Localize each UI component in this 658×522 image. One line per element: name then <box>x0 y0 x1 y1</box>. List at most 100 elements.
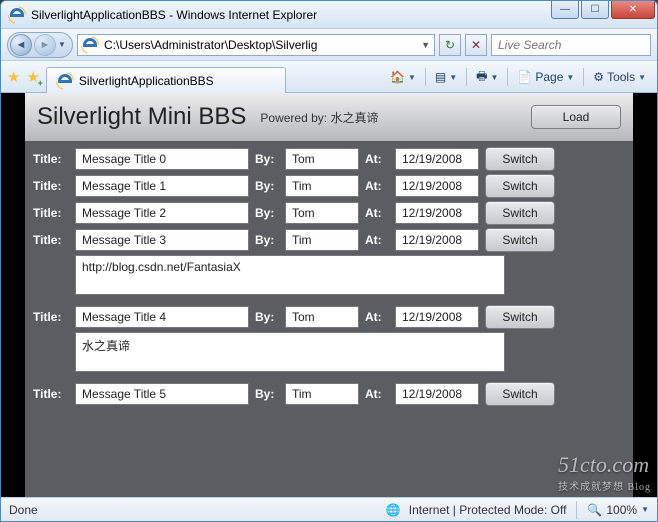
separator <box>507 68 508 86</box>
address-bar[interactable]: ▼ <box>77 34 435 56</box>
nav-arrows: ◄ ► ▼ <box>7 32 73 58</box>
at-input[interactable]: 12/19/2008 <box>395 229 479 251</box>
at-input[interactable]: 12/19/2008 <box>395 202 479 224</box>
title-input[interactable]: Message Title 2 <box>75 202 249 224</box>
title-label: Title: <box>33 179 69 193</box>
print-icon: 🖶 <box>476 67 487 88</box>
by-input[interactable]: Tim <box>285 229 359 251</box>
viewport: Silverlight Mini BBS Powered by: 水之真谛 Lo… <box>1 93 657 497</box>
title-label: Title: <box>33 233 69 247</box>
nav-bar: ◄ ► ▼ ▼ ↻ ✕ 🔍 <box>1 29 657 61</box>
stop-button[interactable]: ✕ <box>465 34 487 56</box>
title-label: Title: <box>33 310 69 324</box>
address-input[interactable] <box>102 37 417 53</box>
page-icon: 📄 <box>517 70 532 84</box>
bbs-title: Silverlight Mini BBS <box>37 103 246 131</box>
separator <box>576 501 577 519</box>
switch-button[interactable]: Switch <box>485 174 555 198</box>
by-input[interactable]: Tim <box>285 175 359 197</box>
feeds-button[interactable]: ▤▼ <box>430 66 462 88</box>
search-box[interactable]: 🔍 <box>491 34 651 56</box>
title-input[interactable]: Message Title 3 <box>75 229 249 251</box>
by-label: By: <box>255 233 279 247</box>
title-label: Title: <box>33 152 69 166</box>
by-input[interactable]: Tom <box>285 202 359 224</box>
by-label: By: <box>255 152 279 166</box>
minimize-button[interactable]: — <box>551 1 579 19</box>
at-label: At: <box>365 152 389 166</box>
at-input[interactable]: 12/19/2008 <box>395 306 479 328</box>
switch-button[interactable]: Switch <box>485 201 555 225</box>
separator <box>466 68 467 86</box>
gear-icon: ⚙ <box>593 70 604 84</box>
message-body[interactable]: http://blog.csdn.net/FantasiaX <box>75 255 505 295</box>
bbs-subtitle: Powered by: 水之真谛 <box>260 109 378 126</box>
switch-button[interactable]: Switch <box>485 382 555 406</box>
at-label: At: <box>365 179 389 193</box>
by-label: By: <box>255 206 279 220</box>
by-label: By: <box>255 179 279 193</box>
add-favorite-icon[interactable]: ★ <box>26 68 39 86</box>
ie-window: SilverlightApplicationBBS - Windows Inte… <box>0 0 658 522</box>
search-input[interactable] <box>496 37 657 53</box>
at-input[interactable]: 12/19/2008 <box>395 383 479 405</box>
at-input[interactable]: 12/19/2008 <box>395 175 479 197</box>
title-label: Title: <box>33 387 69 401</box>
load-button[interactable]: Load <box>531 105 621 129</box>
message-row: Title: Message Title 3 By: Tim At: 12/19/2008… <box>33 228 625 252</box>
chevron-down-icon: ▼ <box>641 505 649 514</box>
status-text: Done <box>9 503 38 517</box>
favorites-icon[interactable]: ★ <box>7 68 20 86</box>
message-row: Title:Message Title 5By:TimAt:12/19/2008… <box>33 382 625 406</box>
home-button[interactable]: 🏠▼ <box>385 66 421 88</box>
separator <box>425 68 426 86</box>
switch-button[interactable]: Switch <box>485 147 555 171</box>
at-label: At: <box>365 233 389 247</box>
by-input[interactable]: Tim <box>285 383 359 405</box>
at-input[interactable]: 12/19/2008 <box>395 148 479 170</box>
switch-button[interactable]: Switch <box>485 305 555 329</box>
window-title: SilverlightApplicationBBS - Windows Inte… <box>31 8 551 22</box>
by-input[interactable]: Tom <box>285 306 359 328</box>
zoom-value: 100% <box>606 503 637 517</box>
message-row: Title: Message Title 1 By: Tim At: 12/19/2008… <box>33 174 625 198</box>
by-input[interactable]: Tom <box>285 148 359 170</box>
message-row: Title: Message Title 2 By: Tom At: 12/19/2008… <box>33 201 625 225</box>
silverlight-app: Silverlight Mini BBS Powered by: 水之真谛 Lo… <box>25 93 633 497</box>
bbs-body: Title: Message Title 0 By: Tom At: 12/19/2008… <box>25 141 633 497</box>
home-icon: 🏠 <box>390 70 405 84</box>
status-bar: Done 🌐 Internet | Protected Mode: Off 🔍 … <box>1 497 657 521</box>
title-input[interactable]: Message Title 1 <box>75 175 249 197</box>
back-button[interactable]: ◄ <box>10 34 32 56</box>
tools-menu[interactable]: ⚙Tools▼ <box>588 66 651 88</box>
message-body[interactable]: 水之真谛 <box>75 332 505 372</box>
tab-label: SilverlightApplicationBBS <box>79 74 214 88</box>
title-label: Title: <box>33 206 69 220</box>
tab-active[interactable]: SilverlightApplicationBBS <box>46 67 286 93</box>
address-dropdown[interactable]: ▼ <box>421 40 430 50</box>
title-input[interactable]: Message Title 5 <box>75 383 249 405</box>
globe-icon: 🌐 <box>386 503 401 517</box>
ie-icon <box>9 7 25 23</box>
message-row: Title:Message Title 4By:TomAt:12/19/2008… <box>33 305 625 329</box>
nav-history-dropdown[interactable]: ▼ <box>58 40 66 49</box>
separator <box>583 68 584 86</box>
tab-bar: ★ ★ SilverlightApplicationBBS 🏠▼ ▤▼ 🖶▼ 📄… <box>1 61 657 93</box>
security-zone: Internet | Protected Mode: Off <box>409 503 567 517</box>
maximize-button[interactable]: ☐ <box>581 1 609 19</box>
refresh-button[interactable]: ↻ <box>439 34 461 56</box>
tab-favicon <box>57 73 73 89</box>
window-controls: — ☐ ✕ <box>551 1 657 28</box>
zoom-control[interactable]: 🔍 100% ▼ <box>587 503 649 517</box>
at-label: At: <box>365 310 389 324</box>
page-menu[interactable]: 📄Page▼ <box>512 66 579 88</box>
title-input[interactable]: Message Title 0 <box>75 148 249 170</box>
command-bar: 🏠▼ ▤▼ 🖶▼ 📄Page▼ ⚙Tools▼ <box>385 66 651 92</box>
close-button[interactable]: ✕ <box>611 1 655 19</box>
title-input[interactable]: Message Title 4 <box>75 306 249 328</box>
at-label: At: <box>365 206 389 220</box>
switch-button[interactable]: Switch <box>485 228 555 252</box>
zoom-icon: 🔍 <box>587 503 602 517</box>
print-button[interactable]: 🖶▼ <box>471 66 503 88</box>
forward-button[interactable]: ► <box>34 34 56 56</box>
